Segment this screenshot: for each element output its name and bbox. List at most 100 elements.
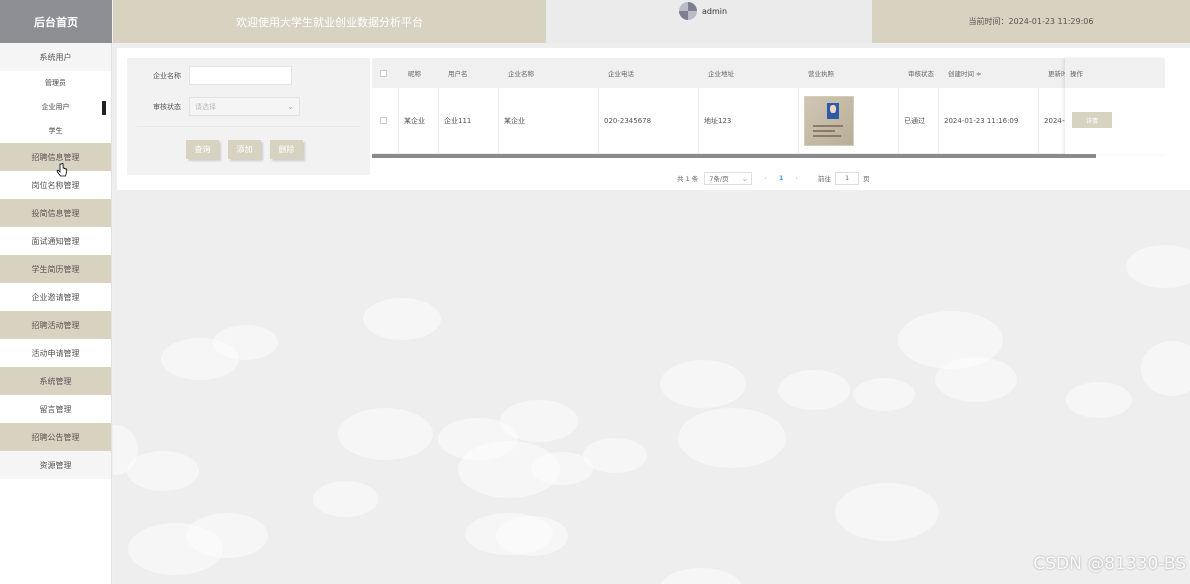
table-header: 昵称 用户名 企业名称 企业电话 企业地址 营业执照 审核状态 创建时间 ≑ 更… [372,58,1165,88]
next-page-icon[interactable]: › [795,174,798,182]
audit-status-select[interactable]: 请选择 ⌄ [189,97,300,116]
header-cell: 企业名称 [508,70,534,78]
detail-button[interactable]: 详情 [1072,112,1112,128]
company-table: 昵称 用户名 企业名称 企业电话 企业地址 营业执照 审核状态 创建时间 ≑ 更… [372,58,1165,158]
page-size-value: 7条/页 [709,175,729,183]
row-checkbox[interactable] [380,117,387,124]
license-text-line [813,134,841,137]
top-header: 后台首页 欢迎使用大学生就业创业数据分析平台 admin 当前时间：2024-0… [0,0,1190,43]
home-title[interactable]: 后台首页 [0,0,112,43]
audit-status-placeholder: 请选择 [195,102,216,111]
bg-bubble [128,523,223,575]
bg-bubble [1141,341,1190,396]
bg-bubble [1066,382,1132,418]
avatar[interactable] [679,2,697,20]
bg-bubble [660,568,742,584]
company-name-input[interactable] [189,66,292,85]
horizontal-scrollbar[interactable] [372,154,1096,158]
pagination: 共 1 条 7条/页 ⌄ ‹ 1 › 前往 1 页 [677,171,870,185]
cell-license [798,88,898,153]
bg-bubble [338,408,433,460]
sidebar-item-label: 留言管理 [39,404,72,414]
main-content: 企业名称 审核状态 请选择 ⌄ 查询 添加 删除 昵称 用户名 企业名称 企业电… [113,43,1190,584]
audit-status-label: 审核状态 [153,103,181,111]
bg-bubble [660,360,746,408]
cell-address: 地址123 [698,88,798,153]
sidebar-item-event-applications[interactable]: 活动申请管理 [0,339,111,367]
sidebar-item-resume-submissions[interactable]: 投简信息管理 [0,199,111,227]
page-suffix: 页 [863,175,870,183]
header-cell: 营业执照 [808,70,834,78]
username-label: admin [702,7,728,16]
select-all-checkbox[interactable] [380,69,387,77]
bg-bubble [127,451,199,491]
business-license-image[interactable] [804,95,854,146]
cell-nickname: 某企业 [398,88,438,153]
current-page[interactable]: 1 [779,174,784,182]
welcome-banner: 欢迎使用大学生就业创业数据分析平台 [113,0,546,43]
bg-bubble [213,325,278,360]
goto-page-input[interactable]: 1 [835,171,860,185]
sidebar-item-label: 招聘信息管理 [31,152,80,162]
select-all-cell[interactable] [375,58,403,88]
sidebar-item-announcements[interactable]: 招聘公告管理 [0,423,111,451]
active-marker [102,101,106,115]
header-cell: 用户名 [448,70,468,78]
hand-cursor-icon [56,163,68,177]
header-cell: 企业电话 [608,70,634,78]
bg-bubble [678,408,786,468]
search-form: 企业名称 审核状态 请选择 ⌄ 查询 添加 删除 [127,58,370,175]
bg-bubble [835,483,939,541]
sidebar-item-student-resumes[interactable]: 学生简历管理 [0,255,111,283]
sidebar-item-label: 岗位名称管理 [31,180,80,190]
sidebar-sub-students[interactable]: 学生 [0,119,111,143]
sidebar-item-label: 管理员 [45,79,66,87]
bg-bubble [313,481,378,517]
license-text-line [813,124,843,127]
sidebar-item-label: 系统管理 [39,376,72,386]
op-header: 操作 [1065,58,1165,88]
sidebar-item-label: 系统用户 [39,52,72,62]
sort-created-header[interactable]: 创建时间 ≑ [943,58,1043,88]
cell-phone: 020-2345678 [598,88,698,153]
sidebar-item-label: 企业邀请管理 [31,292,80,302]
prev-page-icon[interactable]: ‹ [764,174,767,182]
user-info[interactable]: admin [546,0,872,43]
cell-username: 企业111 [438,88,498,153]
sidebar-item-recruit-events[interactable]: 招聘活动管理 [0,311,111,339]
bg-bubble [363,298,441,340]
sidebar-item-messages[interactable]: 留言管理 [0,395,111,423]
sidebar-item-label: 企业用户 [41,103,70,111]
table-row[interactable]: 某企业 企业111 某企业 020-2345678 地址123 已通过 2024… [372,88,1165,154]
sidebar-sub-admin[interactable]: 管理员 [0,71,111,95]
sidebar-item-label: 招聘公告管理 [31,432,80,442]
current-time: 当前时间：2024-01-23 11:29:06 [872,0,1190,43]
goto-label: 前往 [818,175,832,183]
header-cell: 审核状态 [908,70,934,78]
operation-column: 操作 详情 [1065,58,1165,154]
add-button[interactable]: 添加 [228,140,261,159]
cell-created-at: 2024-01-23 11:16:09 [938,88,1038,153]
sidebar-sub-company-users[interactable]: 企业用户 [0,95,111,119]
sidebar-item-system-users[interactable]: 系统用户 [0,43,111,71]
sidebar-item-label: 学生 [48,127,63,135]
company-name-label: 企业名称 [153,72,181,80]
delete-button[interactable]: 删除 [270,140,303,159]
query-button[interactable]: 查询 [186,140,219,159]
cell-audit-status: 已通过 [898,88,938,153]
watermark: CSDN @81330-BS [1033,554,1186,574]
sidebar-item-system-management[interactable]: 系统管理 [0,367,111,395]
sidebar: 系统用户 管理员 企业用户 学生 招聘信息管理 岗位名称管理 投简信息管理 面试… [0,43,112,584]
bg-bubble [778,370,850,410]
sidebar-item-label: 招聘活动管理 [31,320,80,330]
bg-bubble [1126,245,1190,288]
page-size-select[interactable]: 7条/页 ⌄ [704,171,753,185]
header-cell: 昵称 [408,70,421,78]
chevron-down-icon: ⌄ [287,102,294,111]
sidebar-item-label: 活动申请管理 [31,348,80,358]
sidebar-item-resources[interactable]: 资源管理 [0,451,111,479]
sidebar-item-interview-notices[interactable]: 面试通知管理 [0,227,111,255]
header-cell: 企业地址 [708,70,734,78]
sidebar-item-company-invites[interactable]: 企业邀请管理 [0,283,111,311]
sidebar-item-label: 资源管理 [39,460,72,470]
